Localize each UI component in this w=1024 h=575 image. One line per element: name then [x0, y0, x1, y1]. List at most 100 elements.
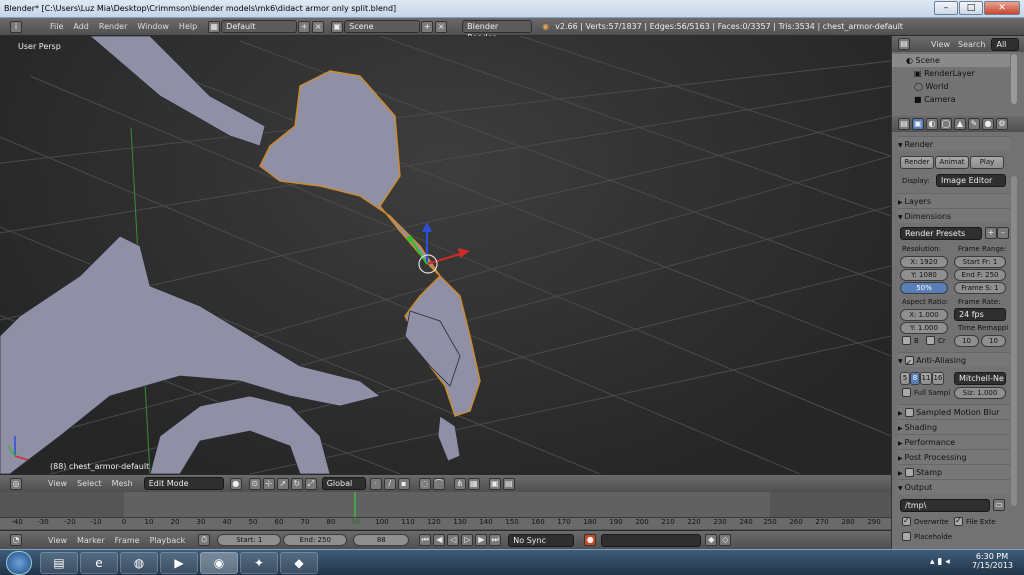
close-button[interactable]: ✕ [984, 1, 1020, 15]
snap-target-icon[interactable]: ▦ [467, 477, 480, 490]
remove-scene-icon[interactable]: × [435, 20, 448, 33]
menu-file[interactable]: File [50, 22, 63, 31]
falloff-icon[interactable]: ⌒ [432, 477, 445, 490]
output-panel-header[interactable]: Output [898, 479, 1010, 494]
opengl-anim-icon[interactable]: ▤ [502, 477, 515, 490]
face-select-icon[interactable]: ▪ [397, 477, 410, 490]
performance-panel-header[interactable]: Performance [898, 434, 1010, 449]
remap-new-field[interactable]: 10 [981, 335, 1006, 347]
edge-select-icon[interactable]: / [383, 477, 396, 490]
sync-select[interactable]: No Sync [508, 533, 575, 547]
manipulator-icon[interactable]: ⊹ [262, 477, 275, 490]
aa-samples-11[interactable]: 11 [920, 372, 932, 385]
scale-icon[interactable]: ⤢ [304, 477, 317, 490]
aspect-x-field[interactable]: X: 1.000 [900, 309, 948, 321]
frame-rate-select[interactable]: 24 fps [954, 308, 1006, 321]
vertex-select-icon[interactable]: · [369, 477, 382, 490]
orientation-select[interactable]: Global [321, 477, 366, 490]
jump-start-icon[interactable]: ⏮ [419, 534, 432, 546]
scene-icon[interactable]: ▣ [331, 20, 344, 33]
folder-icon[interactable]: ▭ [993, 499, 1005, 511]
jump-end-icon[interactable]: ⏭ [489, 534, 502, 546]
hp-taskbar-icon[interactable]: ◍ [120, 552, 158, 574]
media-player-taskbar-icon[interactable]: ▶ [160, 552, 198, 574]
proportional-edit-icon[interactable]: ◌ [418, 477, 431, 490]
3d-viewport[interactable]: User Persp (88) chest_armor-default [0, 36, 891, 474]
start-button[interactable] [6, 551, 32, 575]
shading-panel-header[interactable]: Shading [898, 419, 1010, 434]
outliner-row-world[interactable]: ◯ World [892, 80, 1010, 93]
outliner-menu-search[interactable]: Search [958, 40, 985, 49]
render-panel-header[interactable]: Render [898, 136, 1010, 151]
render-tab-icon[interactable]: ▣ [912, 118, 924, 130]
outliner-editor-icon[interactable]: ▤ [898, 38, 910, 50]
modifier-tab-icon[interactable]: ✎ [968, 118, 980, 130]
menu-window[interactable]: Window [137, 22, 169, 31]
remove-layout-icon[interactable]: × [312, 20, 325, 33]
crop-checkbox[interactable] [926, 336, 935, 345]
end-frame-field[interactable]: End F: 250 [954, 269, 1006, 281]
snap-icon[interactable]: ⋔ [453, 477, 466, 490]
full-sample-checkbox[interactable] [902, 388, 911, 397]
clock[interactable]: 6:30 PM 7/15/2013 [972, 552, 1013, 570]
keying-set-field[interactable] [601, 533, 702, 547]
add-preset-icon[interactable]: + [985, 227, 997, 239]
sampled-motion-blur-panel-header[interactable]: Sampled Motion Blur [898, 404, 1010, 419]
timeline-menu-view[interactable]: View [48, 536, 67, 545]
outliner-row-scene[interactable]: ◐ Scene [892, 54, 1010, 67]
start-frame-field[interactable]: Start Fr: 1 [954, 256, 1006, 268]
play-icon[interactable]: ▷ [461, 534, 474, 546]
editor-type-icon[interactable]: i [10, 20, 22, 33]
anti-aliasing-checkbox[interactable] [904, 355, 914, 370]
aa-samples-5[interactable]: 5 [900, 372, 910, 385]
current-frame-field[interactable]: 88 [353, 534, 410, 546]
current-frame-line[interactable] [354, 492, 356, 517]
play-reverse-icon[interactable]: ◁ [447, 534, 460, 546]
menu-select[interactable]: Select [77, 479, 102, 488]
resolution-x-field[interactable]: X: 1920 [900, 256, 948, 268]
object-tab-icon[interactable]: ▲ [954, 118, 966, 130]
pivot-icon[interactable]: ⊙ [248, 477, 261, 490]
remap-old-field[interactable]: 10 [954, 335, 979, 347]
screen-layout-icon[interactable]: ▦ [208, 20, 221, 33]
motion-blur-checkbox[interactable] [904, 408, 914, 417]
render-presets-select[interactable]: Render Presets [900, 227, 982, 240]
aa-filter-select[interactable]: Mitchell-Ne [954, 372, 1006, 385]
timeline-editor-icon[interactable]: ◔ [10, 534, 22, 546]
minimize-button[interactable]: – [934, 1, 958, 15]
remove-preset-icon[interactable]: – [997, 227, 1009, 239]
outliner-menu-view[interactable]: View [931, 40, 950, 49]
menu-view[interactable]: View [48, 479, 67, 488]
properties-scrollbar[interactable] [1011, 176, 1017, 506]
scene-tab-icon[interactable]: ◐ [926, 118, 938, 130]
placeholders-checkbox[interactable] [902, 532, 911, 541]
menu-mesh[interactable]: Mesh [112, 479, 133, 488]
outliner-scrollbar[interactable] [1011, 54, 1017, 104]
menu-render[interactable]: Render [99, 22, 127, 31]
end-frame-timeline[interactable]: End: 250 [283, 534, 348, 546]
stamp-panel-header[interactable]: Stamp [898, 464, 1010, 479]
armor-mesh[interactable] [0, 36, 481, 474]
constraint-tab-icon[interactable]: ⚙ [996, 118, 1008, 130]
outliner-filter-select[interactable]: All Sce [991, 37, 1020, 51]
translate-icon[interactable]: ↗ [276, 477, 289, 490]
layout-field[interactable]: Default [221, 20, 298, 33]
viewport-canvas[interactable] [0, 36, 891, 474]
play-button[interactable]: Play [970, 156, 1004, 169]
transform-manipulator[interactable] [407, 222, 470, 274]
delete-keyframe-icon[interactable]: ◇ [719, 534, 732, 546]
explorer-taskbar-icon[interactable]: ▤ [40, 552, 78, 574]
mode-select[interactable]: Edit Mode [143, 477, 224, 490]
overwrite-checkbox[interactable] [902, 516, 911, 526]
shading-icon[interactable]: ● [229, 477, 242, 490]
menu-help[interactable]: Help [179, 22, 197, 31]
resolution-percent-slider[interactable]: 50% [900, 282, 948, 294]
blender-taskbar-icon[interactable]: ◉ [200, 552, 238, 574]
border-checkbox[interactable] [902, 336, 911, 345]
app-taskbar-icon-1[interactable]: ✦ [240, 552, 278, 574]
world-tab-icon[interactable]: ◯ [940, 118, 952, 130]
add-layout-icon[interactable]: + [298, 20, 311, 33]
resolution-y-field[interactable]: Y: 1080 [900, 269, 948, 281]
menu-add[interactable]: Add [73, 22, 89, 31]
insert-keyframe-icon[interactable]: ◆ [705, 534, 718, 546]
